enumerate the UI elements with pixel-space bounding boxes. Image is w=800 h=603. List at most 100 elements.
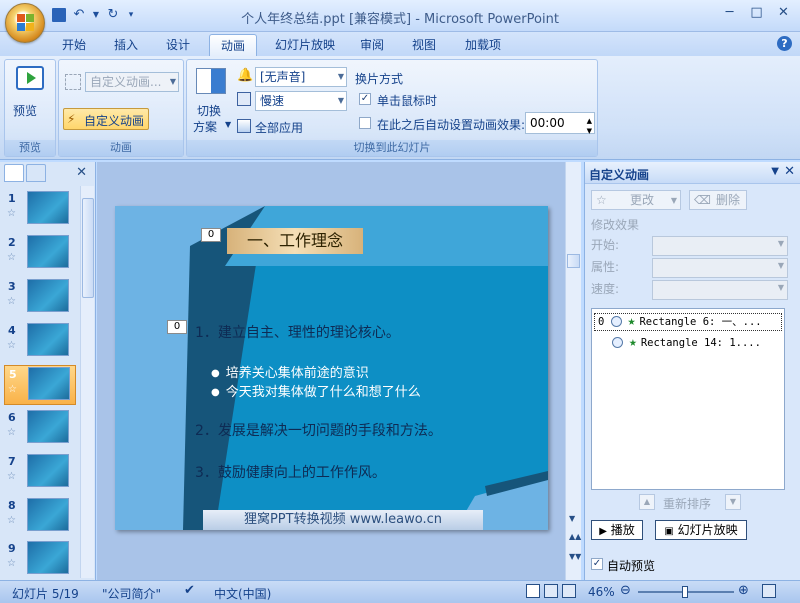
slide-bullet-1[interactable]: 培养关心集体前途的意识 xyxy=(211,362,369,381)
tab-slideshow[interactable]: 幻灯片放映 xyxy=(266,34,344,56)
tab-review[interactable]: 审阅 xyxy=(352,34,392,56)
thumbnail-image xyxy=(28,367,70,400)
sound-icon: 🔔 xyxy=(237,68,254,83)
auto-preview-label: 自动预览 xyxy=(607,559,656,573)
scrollbar-thumb[interactable] xyxy=(82,198,94,298)
sound-combo[interactable]: [无声音] ▼ xyxy=(255,67,347,87)
tab-animation[interactable]: 动画 xyxy=(209,34,257,56)
animation-star-icon: ☆ xyxy=(8,384,17,395)
close-pane-icon[interactable]: ✕ xyxy=(784,164,795,179)
auto-preview-checkbox[interactable]: ✓ xyxy=(591,558,603,570)
animation-list-item[interactable]: ★ Rectangle 14: 1.... xyxy=(594,335,782,353)
close-pane-icon[interactable]: ✕ xyxy=(76,165,87,180)
slides-tab-icon[interactable] xyxy=(4,164,24,182)
custom-animation-button[interactable]: ⚡ 自定义动画 xyxy=(63,108,149,130)
slideshow-view-icon[interactable] xyxy=(562,584,576,598)
tab-home[interactable]: 开始 xyxy=(54,34,94,56)
slide-thumbnail[interactable]: 6 ☆ xyxy=(4,409,76,449)
task-pane-title: 自定义动画 xyxy=(589,168,650,182)
play-button[interactable]: ▶ 播放 xyxy=(591,520,643,540)
slide-canvas[interactable]: 0 一、工作理念 0 1．建立自主、理性的理论核心。 培养关心集体前途的意识 今… xyxy=(115,206,548,530)
chevron-down-icon: ▼ xyxy=(777,261,784,270)
zoom-slider-thumb[interactable] xyxy=(682,586,688,598)
chevron-down-icon: ▼ xyxy=(670,196,677,205)
preview-button[interactable]: 预览 xyxy=(11,64,49,124)
slide-thumbnail[interactable]: 7 ☆ xyxy=(4,453,76,493)
slide-thumbnail[interactable]: 8 ☆ xyxy=(4,497,76,537)
animation-list-item[interactable]: 0 ★ Rectangle 6: 一、... xyxy=(594,313,782,331)
slide-bullet-2[interactable]: 今天我对集体做了什么和想了什么 xyxy=(211,381,421,400)
slide-point-3[interactable]: 3．鼓励健康向上的工作作风。 xyxy=(195,462,386,482)
slide-point-1[interactable]: 1．建立自主、理性的理论核心。 xyxy=(195,322,400,342)
speed-combo[interactable]: ▼ xyxy=(652,280,788,300)
scroll-down-icon[interactable]: ▼ xyxy=(569,514,575,523)
move-up-icon[interactable]: ▲ xyxy=(639,494,655,510)
transition-scheme-button[interactable]: 切换 方案 ▼ xyxy=(193,66,232,136)
animation-order-tag[interactable]: 0 xyxy=(201,228,221,242)
scrollbar-thumb[interactable] xyxy=(567,254,580,268)
slide-thumbnail[interactable]: 3 ☆ xyxy=(4,278,76,318)
delete-icon: ⌫ xyxy=(694,193,711,207)
slide-title[interactable]: 一、工作理念 xyxy=(227,228,363,254)
maximize-icon[interactable]: □ xyxy=(744,4,769,22)
tab-insert[interactable]: 插入 xyxy=(106,34,146,56)
thumbnail-image xyxy=(27,454,69,487)
on-click-checkbox[interactable]: ✓ xyxy=(359,93,371,105)
animation-star-icon: ☆ xyxy=(7,340,16,351)
slide-thumbnail[interactable]: 9 ☆ xyxy=(4,540,76,580)
ribbon-tabs: 开始 插入 设计 动画 幻灯片放映 审阅 视图 加载项 xyxy=(0,32,800,56)
clock-icon xyxy=(612,336,623,348)
thumbnails-scrollbar[interactable] xyxy=(80,186,94,578)
start-combo[interactable]: ▼ xyxy=(652,236,788,256)
auto-after-checkbox[interactable] xyxy=(359,117,371,129)
tab-design[interactable]: 设计 xyxy=(158,34,198,56)
tab-addins[interactable]: 加载项 xyxy=(456,34,510,56)
chevron-down-icon: ▼ xyxy=(225,120,232,129)
language[interactable]: 中文(中国) xyxy=(214,585,271,602)
property-combo[interactable]: ▼ xyxy=(652,258,788,278)
thumbnail-image xyxy=(27,498,69,531)
delete-effect-button[interactable]: ⌫ 删除 xyxy=(689,190,747,210)
minimize-icon[interactable]: ─ xyxy=(717,4,742,22)
slide-point-2[interactable]: 2．发展是解决一切问题的手段和方法。 xyxy=(195,420,442,440)
slides-pane: ✕ 1 ☆ 2 ☆ 3 ☆ 4 ☆ 5 ☆ 6 ☆ 7 ☆ 8 ☆ 9 ☆ xyxy=(0,162,96,580)
slide-count: 幻灯片 5/19 xyxy=(12,587,79,601)
theme-name: "公司简介" xyxy=(102,587,162,601)
zoom-level[interactable]: 46% xyxy=(588,585,615,599)
change-effect-button[interactable]: ☆ 更改 ▼ xyxy=(591,190,681,210)
zoom-out-icon[interactable]: ⊖ xyxy=(620,583,631,598)
speed-combo[interactable]: 慢速 ▼ xyxy=(255,91,347,111)
animation-star-icon: ☆ xyxy=(7,208,16,219)
outline-tab-icon[interactable] xyxy=(26,164,46,182)
animation-order-tag[interactable]: 0 xyxy=(167,320,187,334)
slide-thumbnail[interactable]: 2 ☆ xyxy=(4,234,76,274)
apply-all-button[interactable]: 全部应用 xyxy=(235,116,315,136)
auto-time-spinner[interactable]: 00:00 ▲ ▼ xyxy=(525,112,595,135)
spell-check-icon[interactable]: ✔ xyxy=(184,583,195,598)
close-icon[interactable]: ✕ xyxy=(771,4,796,22)
slide-thumbnail[interactable]: 1 ☆ xyxy=(4,190,76,230)
move-down-icon[interactable]: ▼ xyxy=(725,494,741,510)
slide-thumbnail[interactable]: 4 ☆ xyxy=(4,322,76,362)
zoom-in-icon[interactable]: ⊕ xyxy=(738,583,749,598)
office-button[interactable] xyxy=(5,3,45,43)
slide-vertical-scrollbar[interactable]: ▼ ▲▲ ▼▼ xyxy=(565,162,581,580)
fit-to-window-icon[interactable] xyxy=(762,584,776,598)
spin-down-icon[interactable]: ▼ xyxy=(587,121,592,141)
slide-thumbnail-selected[interactable]: 5 ☆ xyxy=(4,365,76,405)
slide-footer[interactable]: 狸窝PPT转换视频 www.leawo.cn xyxy=(203,510,483,530)
slideshow-button[interactable]: ▣ 幻灯片放映 xyxy=(655,520,747,540)
previous-slide-icon[interactable]: ▲▲ xyxy=(569,532,581,541)
normal-view-icon[interactable] xyxy=(526,584,540,598)
custom-animation-combo[interactable]: 自定义动画... ▼ xyxy=(85,72,179,92)
pane-menu-icon[interactable]: ▼ xyxy=(771,166,779,177)
animation-star-icon: ☆ xyxy=(7,558,16,569)
group-transition-label: 切换到此幻灯片 xyxy=(187,140,597,156)
help-icon[interactable]: ? xyxy=(777,36,792,51)
tab-view[interactable]: 视图 xyxy=(404,34,444,56)
slide-sorter-icon[interactable] xyxy=(544,584,558,598)
next-slide-icon[interactable]: ▼▼ xyxy=(569,552,581,561)
entrance-effect-icon: ★ xyxy=(627,314,636,329)
chevron-down-icon: ▼ xyxy=(337,96,344,105)
animation-star-icon: ☆ xyxy=(7,427,16,438)
